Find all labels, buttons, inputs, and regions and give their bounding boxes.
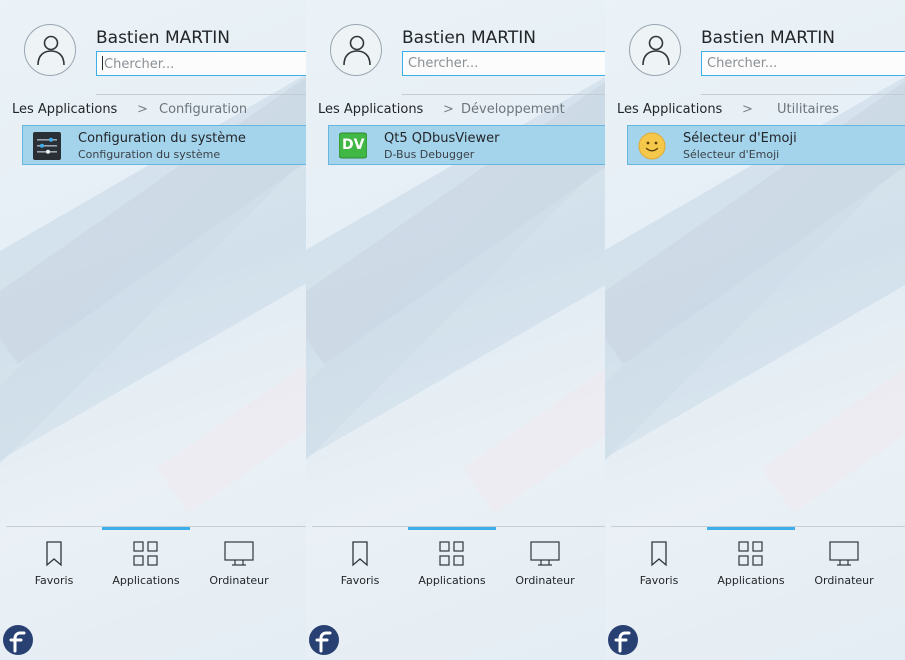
system-settings-icon bbox=[33, 132, 61, 160]
tab-ordinateur[interactable]: Ordinateur bbox=[498, 540, 592, 587]
breadcrumb: Les Applications > Utilitaires bbox=[617, 102, 905, 120]
applications-grid-icon bbox=[439, 541, 464, 566]
tab-applications[interactable]: Applications bbox=[704, 540, 798, 587]
user-icon bbox=[37, 35, 65, 66]
header-divider bbox=[701, 94, 905, 95]
breadcrumb: Les Applications > Configuration bbox=[12, 102, 306, 120]
user-name: Bastien MARTIN bbox=[701, 28, 835, 48]
app-list-item[interactable]: DV Qt5 QDbusViewer D-Bus Debugger bbox=[328, 125, 605, 165]
chevron-right-icon: > bbox=[443, 102, 454, 117]
breadcrumb: Les Applications > Développement bbox=[318, 102, 605, 120]
header-divider bbox=[402, 94, 605, 95]
bookmark-icon bbox=[46, 541, 62, 567]
tab-label-favoris: Favoris bbox=[639, 574, 679, 587]
breadcrumb-current[interactable]: Utilitaires bbox=[777, 102, 839, 117]
active-tab-indicator bbox=[707, 527, 795, 530]
breadcrumb-current[interactable]: Développement bbox=[461, 102, 565, 117]
computer-icon bbox=[829, 541, 859, 566]
app-list-item[interactable]: Configuration du système Configuration d… bbox=[22, 125, 306, 165]
tab-ordinateur[interactable]: Ordinateur bbox=[797, 540, 891, 587]
user-avatar[interactable] bbox=[330, 24, 382, 76]
tab-label-applications: Applications bbox=[418, 574, 486, 587]
tab-applications[interactable]: Applications bbox=[405, 540, 499, 587]
app-name: Sélecteur d'Emoji bbox=[683, 131, 797, 146]
user-icon bbox=[642, 35, 670, 66]
search-placeholder: Chercher... bbox=[408, 56, 479, 71]
tab-label-applications: Applications bbox=[717, 574, 785, 587]
tab-label-applications: Applications bbox=[112, 574, 180, 587]
launcher-panel-utilitaires: Bastien MARTIN Chercher... Les Applicati… bbox=[605, 0, 905, 660]
applications-grid-icon bbox=[133, 541, 158, 566]
tab-ordinateur[interactable]: Ordinateur bbox=[192, 540, 286, 587]
tab-label-ordinateur: Ordinateur bbox=[209, 574, 269, 587]
launcher-panel-developpement: Bastien MARTIN Chercher... Les Applicati… bbox=[306, 0, 605, 660]
user-avatar[interactable] bbox=[24, 24, 76, 76]
user-avatar[interactable] bbox=[629, 24, 681, 76]
user-icon bbox=[343, 35, 371, 66]
emoji-selector-icon bbox=[638, 132, 666, 160]
app-description: Sélecteur d'Emoji bbox=[683, 148, 780, 161]
search-input[interactable]: Chercher... bbox=[701, 51, 905, 76]
chevron-right-icon: > bbox=[742, 102, 753, 117]
tab-label-ordinateur: Ordinateur bbox=[814, 574, 874, 587]
app-name: Configuration du système bbox=[78, 131, 246, 146]
user-name: Bastien MARTIN bbox=[402, 28, 536, 48]
fedora-logo-icon[interactable] bbox=[309, 625, 339, 655]
app-description: Configuration du système bbox=[78, 148, 221, 161]
computer-icon bbox=[224, 541, 254, 566]
bookmark-icon bbox=[352, 541, 368, 567]
active-tab-indicator bbox=[408, 527, 496, 530]
breadcrumb-root[interactable]: Les Applications bbox=[318, 102, 423, 117]
tab-label-ordinateur: Ordinateur bbox=[515, 574, 575, 587]
active-tab-indicator bbox=[102, 527, 190, 530]
fedora-logo-icon[interactable] bbox=[608, 625, 638, 655]
computer-icon bbox=[530, 541, 560, 566]
breadcrumb-root[interactable]: Les Applications bbox=[12, 102, 117, 117]
tab-label-favoris: Favoris bbox=[34, 574, 74, 587]
launcher-panel-configuration: Bastien MARTIN Chercher... Les Applicati… bbox=[0, 0, 306, 660]
breadcrumb-root[interactable]: Les Applications bbox=[617, 102, 722, 117]
tab-applications[interactable]: Applications bbox=[99, 540, 193, 587]
search-input[interactable]: Chercher... bbox=[402, 51, 605, 76]
chevron-right-icon: > bbox=[137, 102, 148, 117]
header-divider bbox=[96, 94, 306, 95]
search-placeholder: Chercher... bbox=[104, 57, 175, 72]
qdbusviewer-icon-text: DV bbox=[342, 137, 365, 153]
fedora-logo-icon[interactable] bbox=[3, 625, 33, 655]
qdbusviewer-icon: DV bbox=[338, 132, 368, 160]
user-name: Bastien MARTIN bbox=[96, 28, 230, 48]
search-placeholder: Chercher... bbox=[707, 56, 778, 71]
applications-grid-icon bbox=[738, 541, 763, 566]
bookmark-icon bbox=[651, 541, 667, 567]
tab-favoris[interactable]: Favoris bbox=[7, 540, 101, 587]
tab-favoris[interactable]: Favoris bbox=[313, 540, 407, 587]
app-description: D-Bus Debugger bbox=[384, 148, 475, 161]
tab-favoris[interactable]: Favoris bbox=[612, 540, 706, 587]
search-input[interactable]: Chercher... bbox=[96, 51, 306, 76]
app-list-item[interactable]: Sélecteur d'Emoji Sélecteur d'Emoji bbox=[627, 125, 905, 165]
tab-label-favoris: Favoris bbox=[340, 574, 380, 587]
app-name: Qt5 QDbusViewer bbox=[384, 131, 500, 146]
breadcrumb-current[interactable]: Configuration bbox=[159, 102, 247, 117]
